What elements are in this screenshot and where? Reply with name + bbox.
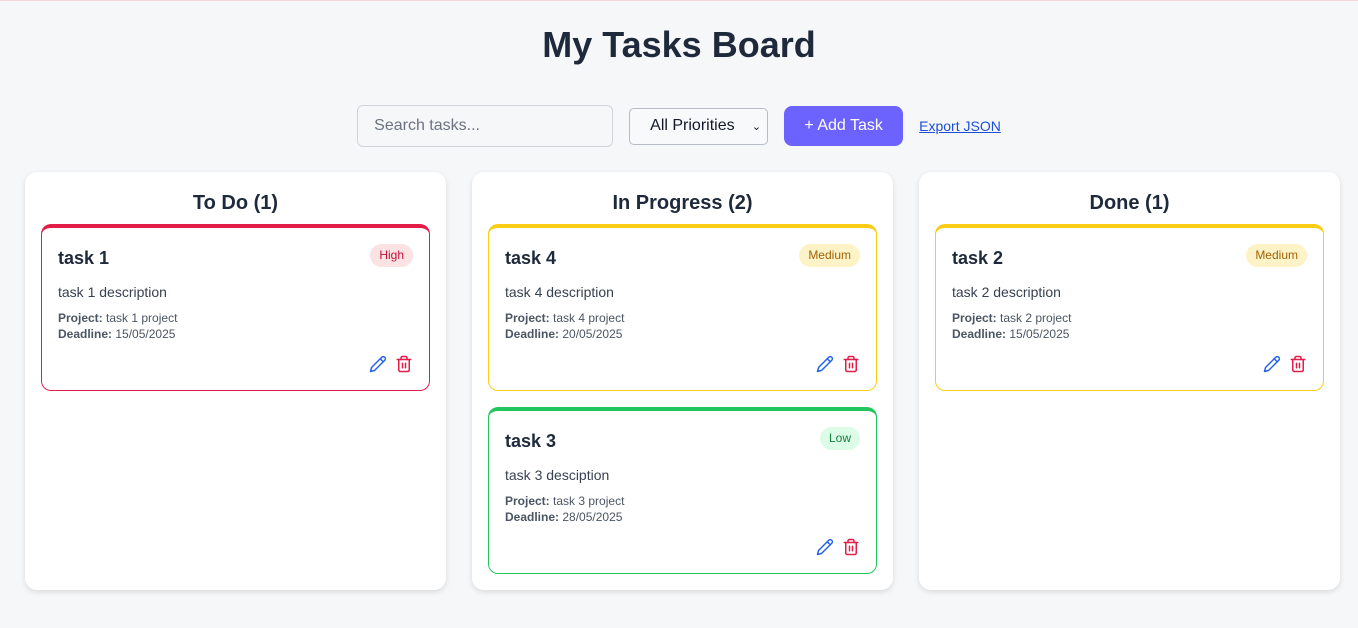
task-card[interactable]: task 1 High task 1 description Project: … [41, 224, 430, 391]
board-columns: To Do (1) task 1 High task 1 description… [25, 172, 1340, 590]
task-actions [816, 537, 860, 557]
priority-filter-value: All Priorities [650, 117, 735, 134]
column-title: To Do (1) [192, 192, 279, 214]
export-json-link[interactable]: Export JSON [919, 118, 1001, 134]
deadline-label: Deadline: [505, 327, 560, 341]
task-project: task 1 project [106, 311, 178, 325]
task-description: task 3 desciption [505, 467, 610, 483]
column-title: In Progress (2) [612, 192, 753, 214]
task-project: task 3 project [553, 494, 625, 508]
trash-icon[interactable] [842, 354, 860, 374]
chevron-down-icon: ⌄ [751, 121, 762, 133]
task-card[interactable]: task 4 Medium task 4 description Project… [488, 224, 877, 391]
column-done: Done (1) task 2 Medium task 2 descriptio… [919, 172, 1340, 590]
task-description: task 2 description [952, 284, 1061, 300]
edit-icon[interactable] [1263, 354, 1281, 374]
trash-icon[interactable] [1289, 354, 1307, 374]
task-project: task 4 project [553, 311, 625, 325]
deadline-label: Deadline: [505, 510, 560, 524]
task-title: task 3 [505, 431, 557, 451]
task-actions [1263, 354, 1307, 374]
column-title: Done (1) [1089, 192, 1170, 214]
trash-icon[interactable] [842, 537, 860, 557]
priority-badge: High [370, 244, 413, 267]
trash-icon[interactable] [395, 354, 413, 374]
task-title: task 2 [952, 248, 1004, 268]
task-title: task 1 [58, 248, 110, 268]
page-title: My Tasks Board [542, 24, 816, 65]
task-deadline: 28/05/2025 [562, 510, 623, 524]
edit-icon[interactable] [816, 537, 834, 557]
task-description: task 1 description [58, 284, 167, 300]
project-label: Project: [58, 311, 103, 325]
task-card[interactable]: task 3 Low task 3 desciption Project: ta… [488, 407, 877, 574]
toolbar: All Priorities ⌄ + Add Task Export JSON [0, 105, 1358, 147]
project-label: Project: [505, 311, 550, 325]
column-todo: To Do (1) task 1 High task 1 description… [25, 172, 446, 590]
project-label: Project: [952, 311, 997, 325]
priority-badge: Medium [799, 244, 860, 267]
task-project: task 2 project [1000, 311, 1072, 325]
task-deadline: 15/05/2025 [115, 327, 176, 341]
top-divider [0, 0, 1358, 1]
task-meta: Project: task 3 project Deadline: 28/05/… [505, 493, 624, 525]
task-actions [369, 354, 413, 374]
edit-icon[interactable] [816, 354, 834, 374]
task-title: task 4 [505, 248, 557, 268]
priority-filter-select[interactable]: All Priorities ⌄ [629, 107, 769, 145]
edit-icon[interactable] [369, 354, 387, 374]
project-label: Project: [505, 494, 550, 508]
priority-badge: Medium [1246, 244, 1307, 267]
task-meta: Project: task 4 project Deadline: 20/05/… [505, 310, 624, 342]
deadline-label: Deadline: [952, 327, 1007, 341]
task-deadline: 20/05/2025 [562, 327, 623, 341]
column-in-progress: In Progress (2) task 4 Medium task 4 des… [472, 172, 893, 590]
task-description: task 4 description [505, 284, 614, 300]
task-deadline: 15/05/2025 [1009, 327, 1070, 341]
task-card[interactable]: task 2 Medium task 2 description Project… [935, 224, 1324, 391]
priority-badge: Low [819, 427, 860, 450]
task-meta: Project: task 1 project Deadline: 15/05/… [58, 310, 177, 342]
search-input[interactable] [357, 105, 614, 147]
add-task-button[interactable]: + Add Task [784, 106, 904, 146]
task-meta: Project: task 2 project Deadline: 15/05/… [952, 310, 1071, 342]
deadline-label: Deadline: [58, 327, 113, 341]
task-actions [816, 354, 860, 374]
